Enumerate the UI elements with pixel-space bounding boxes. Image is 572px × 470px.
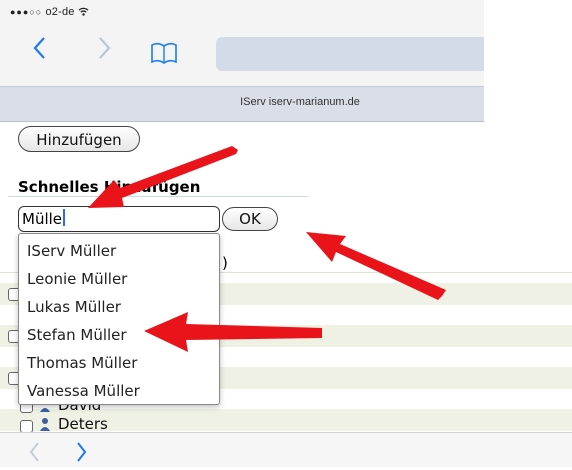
ok-button[interactable]: OK — [222, 207, 278, 231]
back-button[interactable] — [32, 36, 46, 66]
text-caret — [63, 209, 66, 226]
tab-strip: IServ iserv-marianum.de — [0, 86, 484, 122]
section-divider — [8, 196, 308, 197]
bottom-toolbar — [0, 432, 572, 467]
bottom-back-button[interactable] — [28, 435, 40, 470]
autocomplete-item[interactable]: Vanessa Müller — [27, 382, 140, 400]
add-button[interactable]: Hinzufügen — [18, 126, 140, 152]
list-item-name: Deters — [58, 415, 108, 433]
tab-title[interactable]: IServ iserv-marianum.de — [58, 96, 542, 108]
status-bar: ●●●○○ o2-de — [10, 6, 89, 18]
bottom-forward-button[interactable] — [76, 435, 88, 470]
browser-chrome: ●●●○○ o2-de IServ iserv-marianum.de — [0, 0, 484, 122]
autocomplete-item[interactable]: Stefan Müller — [27, 326, 127, 344]
autocomplete-item[interactable]: Leonie Müller — [27, 270, 127, 288]
wifi-icon — [78, 6, 89, 18]
autocomplete-item[interactable]: IServ Müller — [27, 242, 116, 260]
autocomplete-item[interactable]: Lukas Müller — [27, 298, 121, 316]
carrier-name: o2-de — [45, 6, 75, 18]
hidden-text-fragment: ) — [222, 254, 228, 272]
autocomplete-item[interactable]: Thomas Müller — [27, 354, 137, 372]
person-icon — [40, 417, 50, 431]
quick-add-input[interactable]: Mülle — [18, 206, 220, 232]
autocomplete-dropdown: IServ Müller Leonie Müller Lukas Müller … — [18, 233, 220, 405]
quick-add-input-value: Mülle — [22, 210, 63, 228]
address-bar[interactable] — [216, 37, 484, 71]
section-title: Schnelles Hinzufügen — [18, 178, 201, 196]
book-icon[interactable] — [150, 42, 178, 64]
signal-strength: ●●●○○ — [10, 7, 43, 17]
forward-button[interactable] — [98, 36, 112, 66]
